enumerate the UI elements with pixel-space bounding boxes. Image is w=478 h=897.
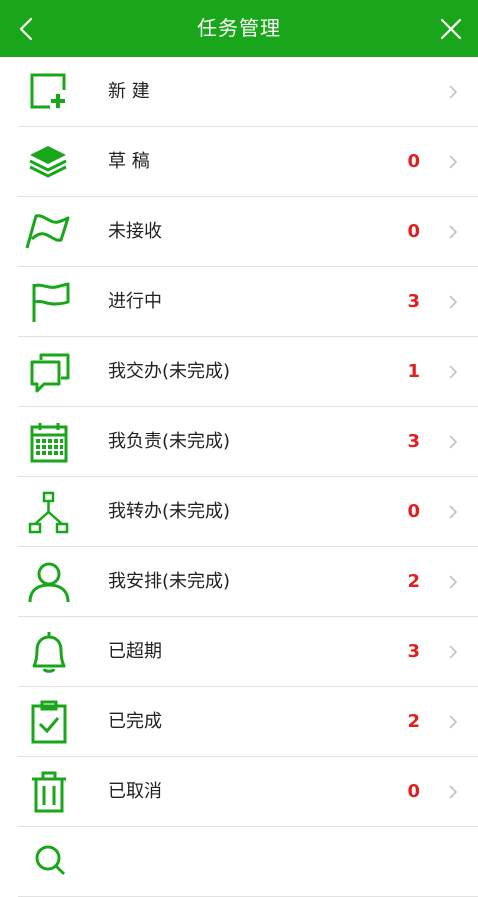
- menu-item-count: 3: [407, 291, 420, 312]
- chat-bubbles-icon: [24, 350, 72, 394]
- menu-item-count: 2: [407, 571, 420, 592]
- menu-item-new[interactable]: 新 建: [0, 57, 478, 127]
- menu-item-completed[interactable]: 已完成 2: [0, 687, 478, 757]
- org-chart-icon: [24, 490, 72, 534]
- chevron-right-icon: [449, 295, 458, 309]
- chevron-right-icon: [449, 435, 458, 449]
- chevron-right-icon: [449, 505, 458, 519]
- menu-item-label: 草 稿: [108, 151, 150, 172]
- menu-item-count: 1: [407, 361, 420, 382]
- menu-item-count: 0: [407, 151, 420, 172]
- menu-item-count: 0: [407, 221, 420, 242]
- clipboard-check-icon: [24, 700, 72, 744]
- menu-item-label: 已超期: [108, 641, 162, 662]
- add-square-icon: [24, 70, 72, 114]
- chevron-right-icon: [449, 645, 458, 659]
- layers-icon: [24, 140, 72, 184]
- menu-item-label: 我转办(未完成): [108, 501, 231, 522]
- menu-item-label: 进行中: [108, 291, 162, 312]
- menu-item-responsible[interactable]: 我负责(未完成) 3: [0, 407, 478, 477]
- chevron-right-icon: [449, 155, 458, 169]
- calendar-icon: [24, 420, 72, 464]
- menu-item-count: 0: [407, 781, 420, 802]
- menu-item-count: 0: [407, 501, 420, 522]
- close-icon[interactable]: [438, 16, 464, 42]
- menu-item-more[interactable]: [0, 827, 478, 897]
- trash-icon: [24, 770, 72, 814]
- chevron-right-icon: [449, 85, 458, 99]
- menu-item-count: 3: [407, 641, 420, 662]
- menu-item-unreceived[interactable]: 未接收 0: [0, 197, 478, 267]
- menu-item-count: 3: [407, 431, 420, 452]
- menu-item-inprogress[interactable]: 进行中 3: [0, 267, 478, 337]
- menu-item-label: 已完成: [108, 711, 162, 732]
- menu-item-draft[interactable]: 草 稿 0: [0, 127, 478, 197]
- menu-item-cancelled[interactable]: 已取消 0: [0, 757, 478, 827]
- menu-item-label: 我安排(未完成): [108, 571, 231, 592]
- page-title: 任务管理: [197, 16, 281, 40]
- menu-item-label: 已取消: [108, 781, 162, 802]
- menu-item-transferred[interactable]: 我转办(未完成) 0: [0, 477, 478, 547]
- menu-item-label: 新 建: [108, 81, 150, 102]
- chevron-right-icon: [449, 365, 458, 379]
- chevron-right-icon: [449, 575, 458, 589]
- chevron-right-icon: [449, 715, 458, 729]
- chevron-right-icon: [449, 785, 458, 799]
- task-menu-list: 新 建 草 稿 0 未接收 0 进行中 3 我交办(未完成) 1 我负责(未完成…: [0, 57, 478, 897]
- menu-item-arranged[interactable]: 我安排(未完成) 2: [0, 547, 478, 617]
- menu-item-label: 未接收: [108, 221, 162, 242]
- menu-item-assigned[interactable]: 我交办(未完成) 1: [0, 337, 478, 407]
- menu-item-label: 我交办(未完成): [108, 361, 231, 382]
- menu-item-overdue[interactable]: 已超期 3: [0, 617, 478, 687]
- wave-flag-icon: [24, 210, 72, 254]
- menu-item-count: 2: [407, 711, 420, 732]
- user-icon: [24, 560, 72, 604]
- top-app-bar: 任务管理: [0, 0, 478, 57]
- menu-item-label: 我负责(未完成): [108, 431, 231, 452]
- flag-icon: [24, 280, 72, 324]
- bell-icon: [24, 630, 72, 674]
- search-icon: [24, 840, 72, 884]
- chevron-right-icon: [449, 225, 458, 239]
